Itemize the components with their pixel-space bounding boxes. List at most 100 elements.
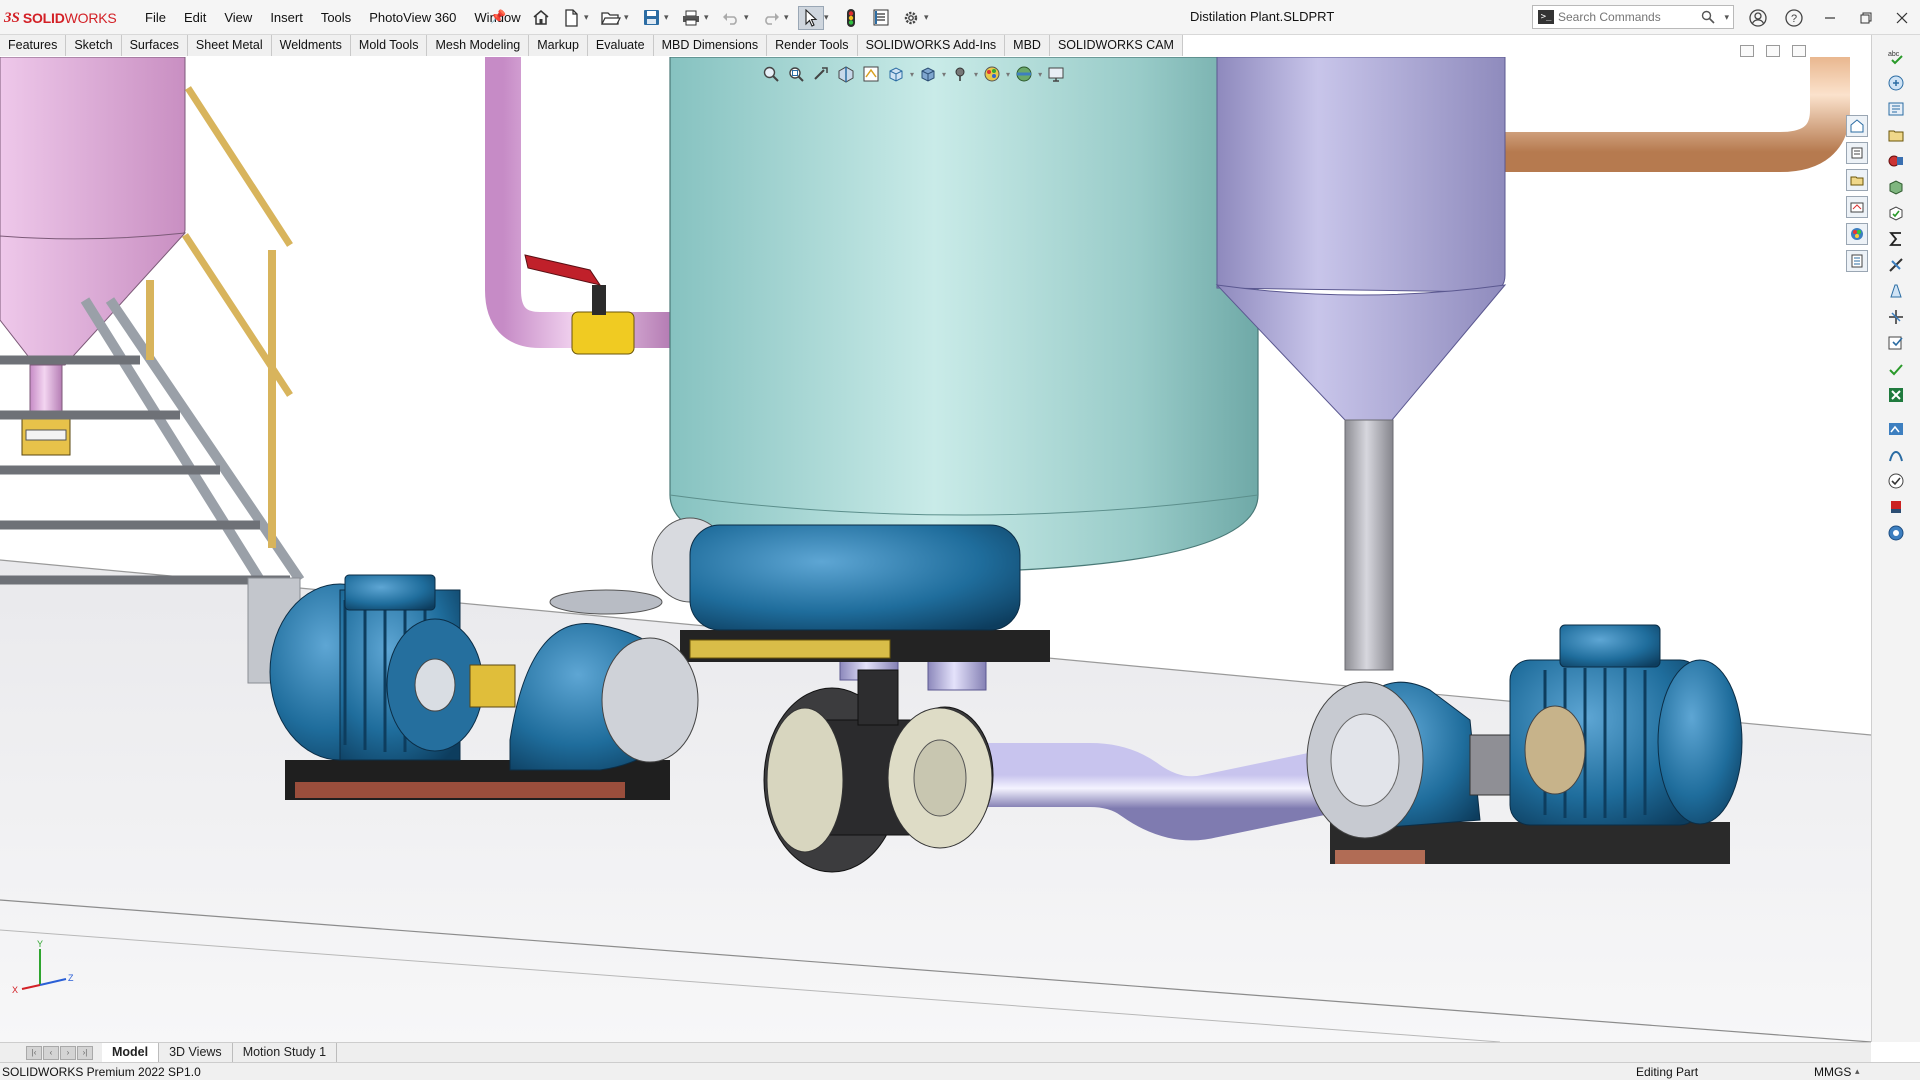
chevron-down-icon[interactable]: ▾ [910, 70, 914, 79]
featuremanager-tree-icon[interactable] [1846, 115, 1868, 137]
view-palette-icon[interactable] [1885, 151, 1907, 171]
render-preview-icon[interactable] [1885, 419, 1907, 439]
sensor-icon[interactable] [1885, 333, 1907, 353]
menu-photoview-360[interactable]: PhotoView 360 [360, 10, 465, 25]
tab-mbd[interactable]: MBD [1005, 35, 1050, 56]
redo-button[interactable]: ▾ [758, 5, 794, 30]
chevron-down-icon[interactable]: ▾ [584, 12, 594, 23]
menu-view[interactable]: View [215, 10, 261, 25]
menu-tools[interactable]: Tools [312, 10, 360, 25]
new-document-button[interactable]: ▾ [558, 5, 594, 30]
spell-check-icon[interactable]: abc [1885, 47, 1907, 67]
chevron-down-icon[interactable]: ▾ [704, 12, 714, 23]
chevron-down-icon[interactable]: ▾ [824, 12, 834, 23]
last-tab-icon[interactable]: ›| [77, 1045, 93, 1060]
custom-properties-pane-icon[interactable] [1885, 203, 1907, 223]
tab-evaluate[interactable]: Evaluate [587, 35, 654, 56]
chevron-down-icon[interactable]: ▾ [1006, 70, 1010, 79]
graphics-area[interactable]: Y Z X [0, 57, 1871, 1042]
tab-3d-views[interactable]: 3D Views [159, 1042, 233, 1063]
dimxpert-manager-icon[interactable] [1846, 196, 1868, 218]
appearances-scenes-icon[interactable] [1885, 177, 1907, 197]
select-button[interactable]: ▾ [798, 5, 834, 30]
tab-markup[interactable]: Markup [529, 35, 588, 56]
previous-view-icon[interactable] [810, 63, 832, 85]
user-account-icon[interactable] [1740, 0, 1776, 35]
section-view-icon[interactable] [835, 63, 857, 85]
menu-file[interactable]: File [136, 10, 175, 25]
chevron-down-icon[interactable]: ▾ [924, 12, 934, 23]
check-dropdown-icon[interactable] [1885, 359, 1907, 379]
sum-icon[interactable] [1885, 229, 1907, 249]
search-input[interactable] [1558, 10, 1698, 24]
tab-model[interactable]: Model [102, 1042, 160, 1063]
display-style-icon[interactable] [917, 63, 939, 85]
menu-edit[interactable]: Edit [175, 10, 215, 25]
tab-sheet-metal[interactable]: Sheet Metal [187, 35, 272, 56]
chevron-down-icon[interactable]: ▾ [784, 12, 794, 23]
distillation-plant-model[interactable] [0, 57, 1871, 1042]
unit-system-selector[interactable]: MMGS [1814, 1065, 1851, 1079]
help-icon[interactable]: ? [1776, 0, 1812, 35]
excel-bom-icon[interactable] [1885, 385, 1907, 405]
dynamic-annotation-icon[interactable] [860, 63, 882, 85]
restore-icon[interactable] [1848, 0, 1884, 35]
tab-weldments[interactable]: Weldments [271, 35, 351, 56]
tab-mbd-dimensions[interactable]: MBD Dimensions [653, 35, 768, 56]
solidworks-logo[interactable]: 3S SOLIDWORKS [4, 8, 117, 28]
tab-solidworks-cam[interactable]: SOLIDWORKS CAM [1049, 35, 1183, 56]
open-button[interactable]: ▾ [598, 5, 634, 30]
minimize-icon[interactable] [1812, 0, 1848, 35]
next-tab-icon[interactable]: › [60, 1045, 76, 1060]
options-button[interactable]: ▾ [898, 5, 934, 30]
file-explorer-icon[interactable] [1885, 125, 1907, 145]
menu-insert[interactable]: Insert [261, 10, 312, 25]
home-button[interactable] [528, 5, 554, 30]
first-tab-icon[interactable]: |‹ [26, 1045, 42, 1060]
measure-icon[interactable] [1885, 255, 1907, 275]
edit-appearance-icon[interactable] [981, 63, 1003, 85]
rebuild-button[interactable] [838, 5, 864, 30]
configuration-manager-icon[interactable] [1846, 169, 1868, 191]
tab-mold-tools[interactable]: Mold Tools [350, 35, 428, 56]
view-orientation-icon[interactable] [885, 63, 907, 85]
zoom-to-fit-icon[interactable] [760, 63, 782, 85]
print-button[interactable]: ▾ [678, 5, 714, 30]
previous-tab-icon[interactable]: ‹ [43, 1045, 59, 1060]
view-settings-icon[interactable] [1045, 63, 1067, 85]
file-properties-button[interactable] [868, 5, 894, 30]
close-icon[interactable] [1884, 0, 1920, 35]
hide-show-items-icon[interactable] [949, 63, 971, 85]
tab-mesh-modeling[interactable]: Mesh Modeling [427, 35, 530, 56]
chevron-down-icon[interactable]: ▾ [974, 70, 978, 79]
search-commands-box[interactable]: >_ ▾ [1532, 5, 1734, 29]
undo-button[interactable]: ▾ [718, 5, 754, 30]
toolbox-icon[interactable] [1885, 523, 1907, 543]
viewport-minimize-icon[interactable] [1740, 45, 1754, 57]
solidworks-resources-icon[interactable] [1885, 73, 1907, 93]
chevron-down-icon[interactable]: ▾ [664, 12, 674, 23]
search-icon[interactable] [1701, 10, 1715, 27]
viewport-close-icon[interactable] [1792, 45, 1806, 57]
appearances-icon[interactable] [1846, 223, 1868, 245]
tab-features[interactable]: Features [0, 35, 67, 56]
mass-properties-icon[interactable] [1885, 281, 1907, 301]
chevron-up-icon[interactable]: ▴ [1855, 1066, 1860, 1077]
chevron-down-icon[interactable]: ▾ [624, 12, 634, 23]
color-block-icon[interactable] [1885, 497, 1907, 517]
custom-properties-icon[interactable] [1846, 250, 1868, 272]
verify-icon[interactable] [1885, 471, 1907, 491]
apply-scene-icon[interactable] [1013, 63, 1035, 85]
tab-render-tools[interactable]: Render Tools [767, 35, 858, 56]
pin-menu-icon[interactable]: 📌 [490, 9, 506, 25]
tab-sketch[interactable]: Sketch [66, 35, 122, 56]
chevron-down-icon[interactable]: ▾ [744, 12, 754, 23]
property-manager-icon[interactable] [1846, 142, 1868, 164]
chevron-down-icon[interactable]: ▾ [942, 70, 946, 79]
design-library-icon[interactable] [1885, 99, 1907, 119]
zoom-to-area-icon[interactable] [785, 63, 807, 85]
tab-motion-study-1[interactable]: Motion Study 1 [233, 1042, 338, 1063]
chevron-down-icon[interactable]: ▾ [1038, 70, 1042, 79]
viewport-restore-icon[interactable] [1766, 45, 1780, 57]
tab-surfaces[interactable]: Surfaces [121, 35, 188, 56]
